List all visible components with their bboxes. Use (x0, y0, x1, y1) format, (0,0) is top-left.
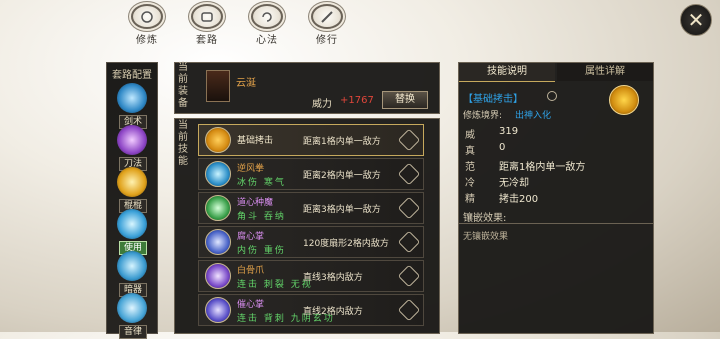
skill-name: 催心掌 (237, 300, 265, 310)
tab-mind-method[interactable]: 心法 (242, 4, 292, 46)
info-icon (547, 91, 557, 101)
staff-art-icon (117, 167, 147, 197)
drag-handle-icon[interactable] (397, 162, 421, 186)
sword-icon (311, 4, 343, 29)
tab-routine[interactable]: 套路 (182, 4, 232, 46)
divider (459, 223, 653, 224)
equipment-vertical-label: 当前装备 (178, 62, 188, 109)
tab-skill-desc[interactable]: 技能说明 (459, 63, 555, 82)
skill-tags: 冰伤 寒气 (237, 178, 286, 188)
skill-name: 白骨爪 (237, 266, 265, 276)
slot-music[interactable]: 音律 (111, 293, 153, 339)
tab-label: 修行 (316, 35, 338, 46)
stat-key: 威 (465, 130, 475, 141)
realm-value: 出神入化 (515, 111, 552, 121)
skill-row[interactable]: 基础拷击 距离1格内单一敌方 (198, 124, 424, 156)
equipment-name: 云涎 (236, 78, 256, 89)
drag-handle-icon[interactable] (397, 298, 421, 322)
skill-icon (205, 161, 231, 187)
skill-range: 直线2格内敌方 (303, 307, 363, 317)
tab-label: 心法 (256, 35, 278, 46)
top-nav: 修炼 套路 心法 修行 (122, 4, 352, 46)
power-value: +1767 (340, 95, 374, 106)
lotus-icon (131, 4, 163, 29)
fist-icon (191, 4, 223, 29)
skill-icon (205, 263, 231, 289)
skill-range: 直线3格内敌方 (303, 273, 363, 283)
skill-range: 120度扇形2格内敌方 (303, 239, 389, 249)
skill-name: 腐心掌 (237, 232, 265, 242)
routine-config-title: 套路配置 (112, 70, 152, 81)
skill-row[interactable]: 腐心掌 内伤 重伤 120度扇形2格内敌方 (198, 226, 424, 258)
slot-staff[interactable]: 棍棍 (111, 167, 153, 213)
skill-row[interactable]: 白骨爪 连击 刺裂 无视 直线3格内敌方 (198, 260, 424, 292)
skill-icon (205, 297, 231, 323)
stat-value: 距离1格内单一敌方 (499, 162, 586, 173)
slot-hidden-weapon[interactable]: 暗器 (111, 251, 153, 297)
inlay-value: 无镶嵌效果 (463, 232, 509, 242)
drag-handle-icon[interactable] (397, 230, 421, 254)
music-art-icon (117, 293, 147, 323)
swirl-icon (251, 4, 283, 29)
tab-attr-detail[interactable]: 属性详解 (557, 63, 653, 81)
fist-art-icon (117, 209, 147, 239)
drag-handle-icon[interactable] (397, 264, 421, 288)
skill-tags: 角斗 吞纳 (237, 212, 286, 222)
dart-art-icon (117, 251, 147, 281)
blade-art-icon (117, 125, 147, 155)
skill-name: 基础拷击 (237, 136, 274, 146)
skill-detail-name: 【基础拷击】 (463, 94, 523, 105)
inlay-label: 镶嵌效果: (463, 213, 507, 224)
realm-label: 修炼境界: (463, 111, 503, 121)
skill-detail-icon (609, 85, 639, 115)
slot-sword[interactable]: 剑术 (111, 83, 153, 129)
skill-row[interactable]: 催心掌 连击 背刺 九阴玄功 直线2格内敌方 (198, 294, 424, 326)
slot-in-use[interactable]: 使用中 (111, 209, 153, 265)
stat-key: 真 (465, 146, 475, 157)
stat-key: 范 (465, 162, 475, 173)
skill-row[interactable]: 道心种魔 角斗 吞纳 距离3格内单一敌方 (198, 192, 424, 224)
tab-label: 修炼 (136, 35, 158, 46)
replace-button[interactable]: 替换 (382, 91, 428, 109)
skill-tags: 内伤 重伤 (237, 246, 286, 256)
skill-range: 距离2格内单一敌方 (303, 171, 381, 181)
slot-label: 音律 (119, 325, 147, 339)
skill-tags: 连击 刺裂 无视 (237, 280, 313, 290)
skill-detail-panel: 技能说明 属性详解 【基础拷击】 修炼境界: 出神入化 威 319 真 0 范 … (458, 62, 654, 334)
skill-icon (205, 195, 231, 221)
slot-blade[interactable]: 刀法 (111, 125, 153, 171)
stat-value: 拷击200 (499, 194, 539, 205)
tab-label: 套路 (196, 35, 218, 46)
stat-value: 319 (499, 126, 519, 137)
drag-handle-icon[interactable] (397, 128, 421, 152)
sword-art-icon (117, 83, 147, 113)
routine-config-panel: 套路配置 剑术 刀法 棍棍 使用中 暗器 音律 (106, 62, 158, 339)
skill-icon (205, 229, 231, 255)
power-label: 威力 (312, 99, 332, 110)
skill-icon (205, 127, 231, 153)
drag-handle-icon[interactable] (397, 196, 421, 220)
close-icon: ✕ (687, 8, 705, 32)
stat-value: 无冷却 (499, 178, 529, 189)
skill-name: 道心种魔 (237, 198, 274, 208)
skill-name: 逆风拳 (237, 164, 265, 174)
skill-range: 距离3格内单一敌方 (303, 205, 381, 215)
stat-value: 0 (499, 142, 506, 153)
skill-range: 距离1格内单一敌方 (303, 137, 381, 147)
skills-vertical-label: 当前技能 (178, 120, 188, 167)
equipment-item-icon[interactable] (206, 70, 230, 102)
tab-practice[interactable]: 修行 (302, 4, 352, 46)
tab-cultivate[interactable]: 修炼 (122, 4, 172, 46)
close-button[interactable]: ✕ (680, 4, 712, 36)
stat-key: 精 (465, 194, 475, 205)
stat-key: 冷 (465, 178, 475, 189)
skill-row[interactable]: 逆风拳 冰伤 寒气 距离2格内单一敌方 (198, 158, 424, 190)
